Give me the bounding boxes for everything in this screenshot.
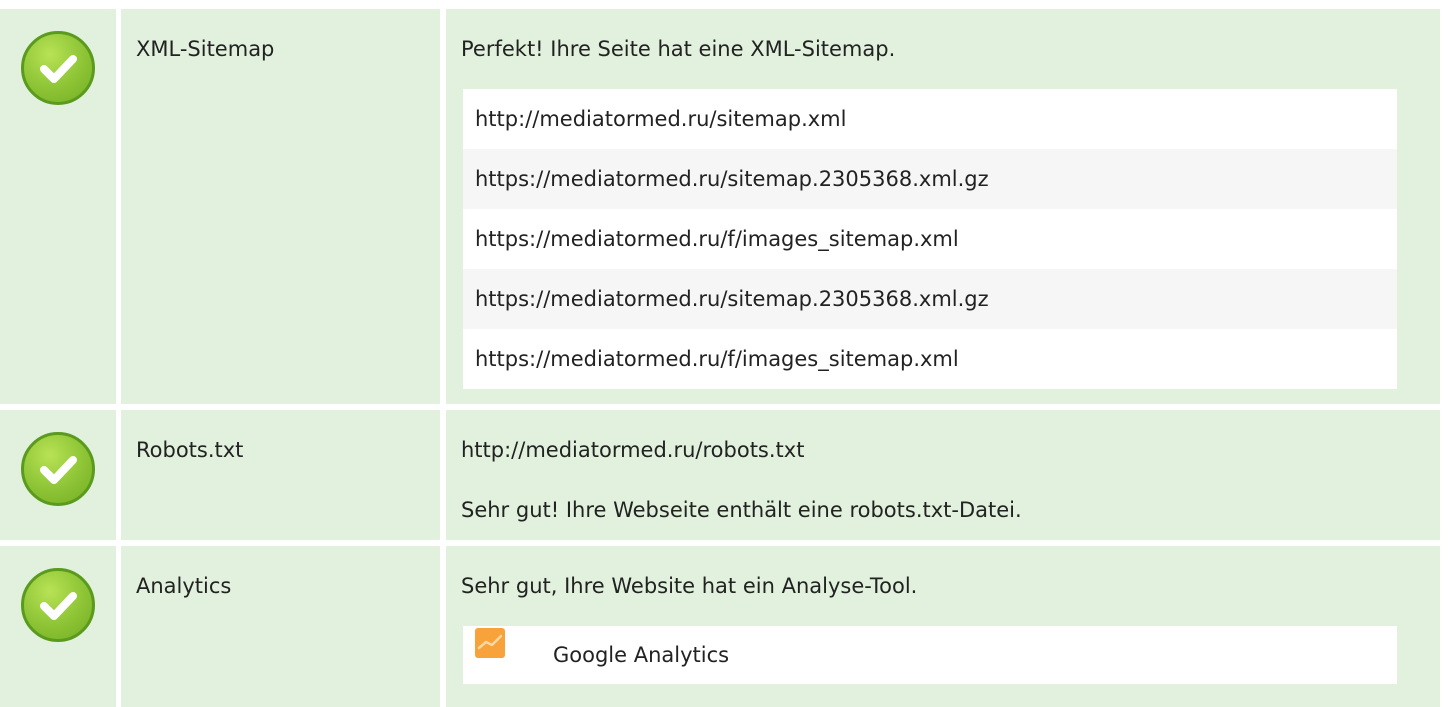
sitemap-url: https://mediatormed.ru/sitemap.2305368.x…	[463, 269, 1397, 329]
row-label: Analytics	[136, 574, 232, 598]
check-circle-icon	[21, 568, 95, 642]
row-label: XML-Sitemap	[136, 37, 275, 61]
content-cell: http://mediatormed.ru/robots.txt Sehr gu…	[446, 410, 1440, 540]
status-message: Perfekt! Ihre Seite hat eine XML-Sitemap…	[461, 37, 896, 61]
google-analytics-icon	[475, 628, 505, 658]
status-cell	[0, 9, 116, 404]
status-cell	[0, 410, 116, 540]
report-row-xml-sitemap: XML-Sitemap Perfekt! Ihre Seite hat eine…	[0, 9, 1440, 404]
sitemap-url-list: http://mediatormed.ru/sitemap.xml https:…	[463, 89, 1397, 389]
content-cell: Sehr gut, Ihre Website hat ein Analyse-T…	[446, 546, 1440, 707]
label-cell: Analytics	[121, 546, 440, 707]
content-cell: Perfekt! Ihre Seite hat eine XML-Sitemap…	[446, 9, 1440, 404]
robots-url: http://mediatormed.ru/robots.txt	[461, 438, 805, 462]
label-cell: XML-Sitemap	[121, 9, 440, 404]
analytics-tool-name: Google Analytics	[553, 643, 730, 667]
sitemap-url: https://mediatormed.ru/f/images_sitemap.…	[463, 329, 1397, 389]
status-cell	[0, 546, 116, 707]
report-row-analytics: Analytics Sehr gut, Ihre Website hat ein…	[0, 546, 1440, 707]
status-message: Sehr gut! Ihre Webseite enthält eine rob…	[461, 498, 1022, 522]
sitemap-url: https://mediatormed.ru/sitemap.2305368.x…	[463, 149, 1397, 209]
sitemap-url: http://mediatormed.ru/sitemap.xml	[463, 89, 1397, 149]
report-row-robots: Robots.txt http://mediatormed.ru/robots.…	[0, 410, 1440, 540]
sitemap-url: https://mediatormed.ru/f/images_sitemap.…	[463, 209, 1397, 269]
label-cell: Robots.txt	[121, 410, 440, 540]
analytics-tool-item: Google Analytics	[463, 626, 1397, 684]
seo-report: XML-Sitemap Perfekt! Ihre Seite hat eine…	[0, 0, 1450, 707]
status-message: Sehr gut, Ihre Website hat ein Analyse-T…	[461, 574, 918, 598]
row-label: Robots.txt	[136, 438, 244, 462]
check-circle-icon	[21, 432, 95, 506]
check-circle-icon	[21, 31, 95, 105]
